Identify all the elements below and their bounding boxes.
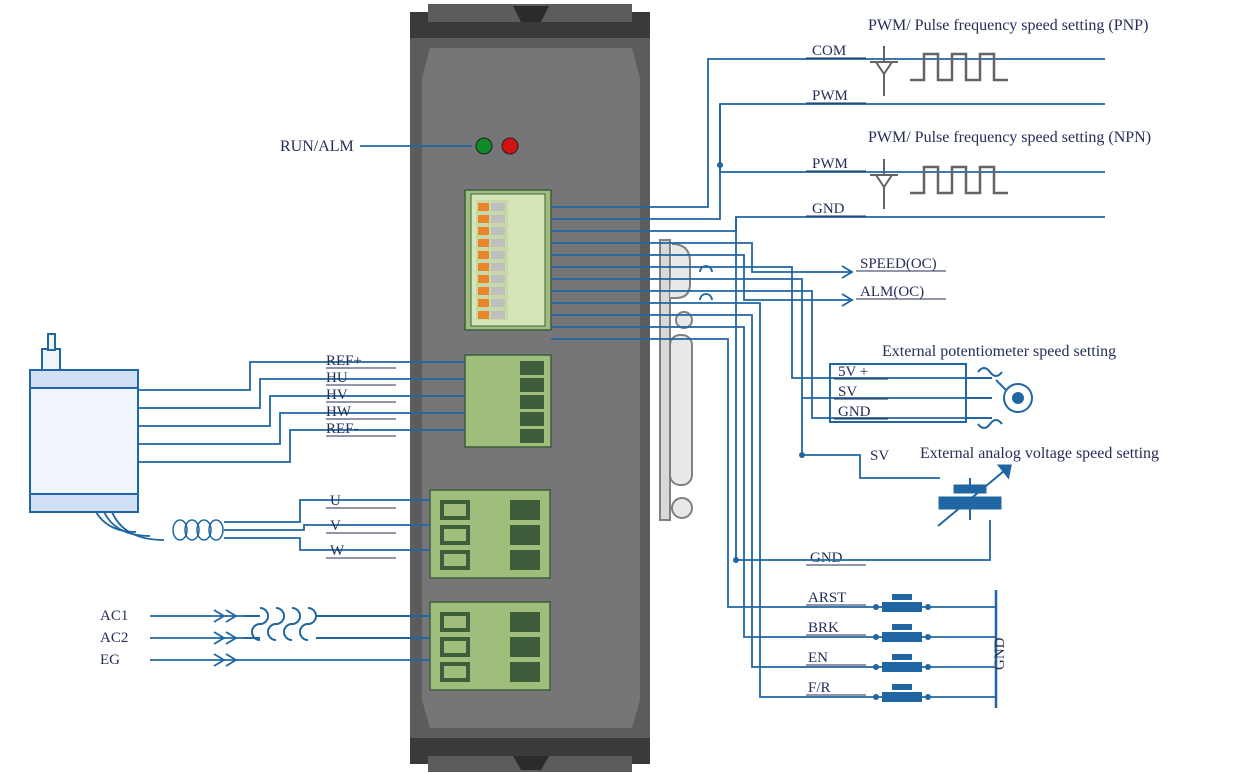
ac2-label: AC2 (100, 630, 128, 646)
hw-label: HW (326, 404, 352, 420)
gnd-label-npn: GND (812, 201, 845, 217)
arst-label: ARST (808, 590, 846, 606)
pwm-label-pnp: PWM (812, 88, 848, 104)
switch-fr-icon (868, 684, 996, 702)
alm-label: ALM(OC) (860, 284, 924, 300)
hu-label: HU (326, 370, 348, 386)
pnp-title: PWM/ Pulse frequency speed setting (PNP) (868, 17, 1148, 34)
hall-terminal (465, 355, 551, 447)
analog-title: External analog voltage speed setting (920, 445, 1159, 462)
ctrl-gnd-label: GND (992, 637, 1008, 670)
switch-arst-icon (868, 594, 996, 612)
run-alm-label: RUN/ALM (280, 138, 354, 155)
motor-icon (30, 334, 223, 540)
refn-label: REF- (326, 421, 359, 437)
pot-title: External potentiometer speed setting (882, 343, 1116, 360)
alm-led-icon (502, 138, 518, 154)
speed-label: SPEED(OC) (860, 256, 937, 272)
run-led-icon (476, 138, 492, 154)
wiring-diagram: RUN/ALM REF+ HU HV HW REF- U V W AC1 AC2… (0, 0, 1245, 773)
com-label: COM (812, 43, 846, 59)
en-label: EN (808, 650, 828, 666)
side-clamp-icon (660, 240, 692, 520)
pwm-label-npn: PWM (812, 156, 848, 172)
eg-label: EG (100, 652, 120, 668)
analog-sv: SV (870, 448, 889, 464)
switch-brk-icon (868, 624, 996, 642)
analog-gnd: GND (810, 550, 843, 566)
w-label: W (330, 543, 345, 559)
switch-en-icon (868, 654, 996, 672)
fr-label: F/R (808, 680, 831, 696)
npn-title: PWM/ Pulse frequency speed setting (NPN) (868, 129, 1151, 146)
motor-terminal (430, 490, 550, 578)
power-terminal (430, 602, 550, 690)
u-label: U (330, 493, 341, 509)
brk-label: BRK (808, 620, 839, 636)
v-label: V (330, 518, 341, 534)
refp-label: REF+ (326, 353, 362, 369)
signal-header (465, 190, 551, 330)
ac1-label: AC1 (100, 608, 128, 624)
hv-label: HV (326, 387, 348, 403)
